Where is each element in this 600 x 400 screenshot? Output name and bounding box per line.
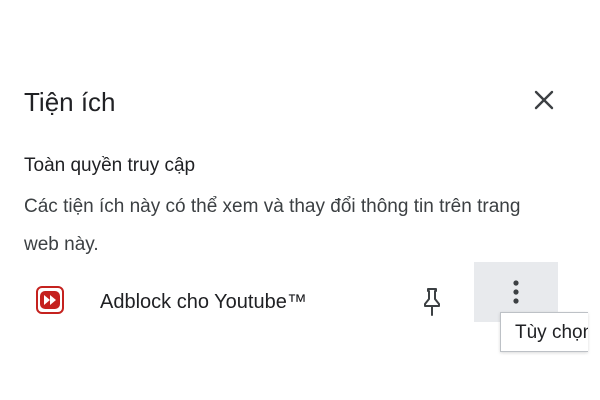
pin-icon bbox=[424, 288, 440, 316]
close-button[interactable] bbox=[526, 82, 562, 118]
adblock-youtube-icon[interactable] bbox=[36, 286, 64, 314]
popup-title: Tiện ích bbox=[24, 87, 116, 117]
more-vert-icon bbox=[513, 280, 519, 304]
section-heading: Toàn quyền truy cập bbox=[24, 155, 196, 176]
pin-button[interactable] bbox=[414, 282, 450, 322]
tooltip: Tùy chọn bbox=[500, 312, 588, 352]
close-icon bbox=[534, 90, 554, 110]
section-description: Các tiện ích này có thể xem và thay đổi … bbox=[24, 196, 521, 255]
extensions-popup: Tiện ích Toàn quyền truy cập Các tiện íc… bbox=[0, 0, 600, 400]
extension-name[interactable]: Adblock cho Youtube™ bbox=[100, 288, 307, 316]
